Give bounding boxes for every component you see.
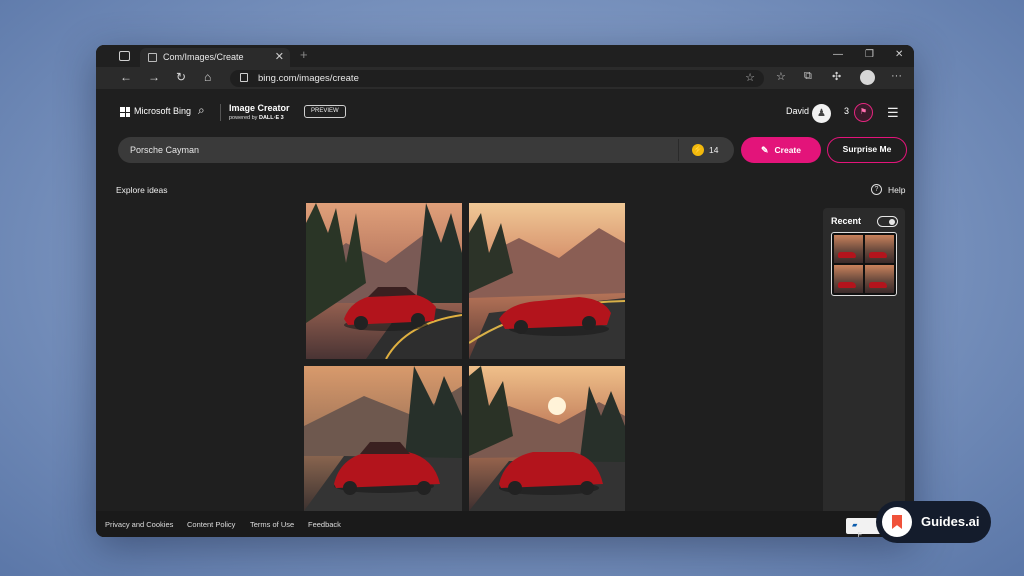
brand-name[interactable]: Microsoft Bing bbox=[134, 106, 191, 116]
create-button[interactable]: ✎ Create bbox=[741, 137, 821, 163]
recent-toggle[interactable] bbox=[877, 216, 898, 227]
browser-tab[interactable]: Com/Images/Create ✕ bbox=[140, 48, 290, 67]
generated-image-2[interactable] bbox=[469, 203, 625, 359]
tab-title: Com/Images/Create bbox=[163, 52, 244, 62]
new-tab-button[interactable]: + bbox=[300, 47, 308, 62]
hamburger-menu-icon[interactable]: ☰ bbox=[887, 105, 899, 121]
rewards-icon[interactable]: ⚑ bbox=[854, 103, 873, 122]
microsoft-logo-icon bbox=[120, 107, 130, 117]
address-bar-row: ← → ↻ ⌂ bing.com/images/create ☆ ☆ ⧉ ✣ ·… bbox=[96, 67, 914, 89]
help-link[interactable]: Help bbox=[888, 185, 905, 195]
page-header: Microsoft Bing ⌕ Image Creator powered b… bbox=[96, 89, 914, 135]
explore-ideas-link[interactable]: Explore ideas bbox=[116, 185, 168, 195]
terms-link[interactable]: Terms of Use bbox=[250, 520, 294, 529]
home-icon[interactable]: ⌂ bbox=[204, 70, 211, 84]
maximize-icon[interactable]: ❐ bbox=[865, 49, 874, 60]
surprise-me-button[interactable]: Surprise Me bbox=[827, 137, 907, 163]
user-name[interactable]: David bbox=[786, 106, 809, 116]
thumb-image bbox=[865, 265, 894, 293]
help-icon[interactable]: ? bbox=[871, 184, 882, 195]
preview-badge: PREVIEW bbox=[304, 105, 346, 118]
recent-thumbnail[interactable] bbox=[831, 232, 897, 296]
profile-avatar[interactable] bbox=[860, 70, 875, 85]
back-icon[interactable]: ← bbox=[120, 70, 132, 84]
powered-by: powered by DALL·E 3 bbox=[229, 115, 284, 121]
favorite-star-icon[interactable]: ☆ bbox=[745, 71, 755, 84]
lock-icon bbox=[240, 73, 248, 82]
thumb-image bbox=[834, 235, 863, 263]
tab-favicon-icon bbox=[148, 53, 157, 62]
recent-panel: Recent bbox=[823, 208, 905, 523]
bing-image-creator-page: Microsoft Bing ⌕ Image Creator powered b… bbox=[96, 89, 914, 537]
tab-bar: Com/Images/Create ✕ + — ❐ ✕ bbox=[96, 45, 914, 67]
guides-label: Guides.ai bbox=[921, 514, 980, 529]
url-field[interactable]: bing.com/images/create ☆ bbox=[230, 70, 764, 87]
toggle-knob bbox=[889, 218, 895, 225]
collections-icon[interactable]: ⧉ bbox=[804, 70, 812, 83]
prompt-input[interactable]: Porsche Cayman ⚡ 14 bbox=[118, 137, 734, 163]
window-menu-icon[interactable] bbox=[119, 51, 130, 61]
guides-badge: Guides.ai bbox=[876, 501, 991, 543]
boost-bolt-icon: ⚡ bbox=[692, 144, 704, 156]
more-icon[interactable]: ··· bbox=[891, 70, 902, 82]
browser-window: Com/Images/Create ✕ + — ❐ ✕ ← → ↻ ⌂ bing… bbox=[96, 45, 914, 537]
prompt-divider bbox=[678, 139, 679, 161]
boost-count: 14 bbox=[709, 145, 719, 155]
thumb-image bbox=[865, 235, 894, 263]
url-text: bing.com/images/create bbox=[258, 73, 359, 84]
page-footer: Privacy and Cookies Content Policy Terms… bbox=[96, 511, 914, 537]
generated-image-4[interactable] bbox=[469, 366, 625, 511]
user-avatar-icon[interactable]: ♟ bbox=[812, 104, 831, 123]
forward-icon[interactable]: → bbox=[148, 70, 160, 84]
thumb-image bbox=[834, 265, 863, 293]
generated-image-3[interactable] bbox=[304, 366, 462, 511]
generated-image-1[interactable] bbox=[306, 203, 462, 359]
app-title: Image Creator bbox=[229, 103, 290, 113]
close-window-icon[interactable]: ✕ bbox=[895, 49, 903, 60]
feedback-link[interactable]: Feedback bbox=[308, 520, 341, 529]
tab-close-icon[interactable]: ✕ bbox=[275, 50, 284, 63]
search-icon[interactable]: ⌕ bbox=[198, 103, 205, 118]
extensions-icon[interactable]: ✣ bbox=[832, 70, 841, 83]
reward-count: 3 bbox=[844, 106, 850, 116]
recent-title: Recent bbox=[831, 216, 862, 226]
privacy-link[interactable]: Privacy and Cookies bbox=[105, 520, 173, 529]
content-policy-link[interactable]: Content Policy bbox=[187, 520, 235, 529]
create-icon: ✎ bbox=[760, 145, 769, 155]
favorites-icon[interactable]: ☆ bbox=[776, 70, 786, 83]
header-divider bbox=[220, 104, 221, 121]
prompt-text[interactable]: Porsche Cayman bbox=[130, 145, 199, 155]
refresh-icon[interactable]: ↻ bbox=[176, 70, 186, 84]
minimize-icon[interactable]: — bbox=[833, 49, 843, 60]
